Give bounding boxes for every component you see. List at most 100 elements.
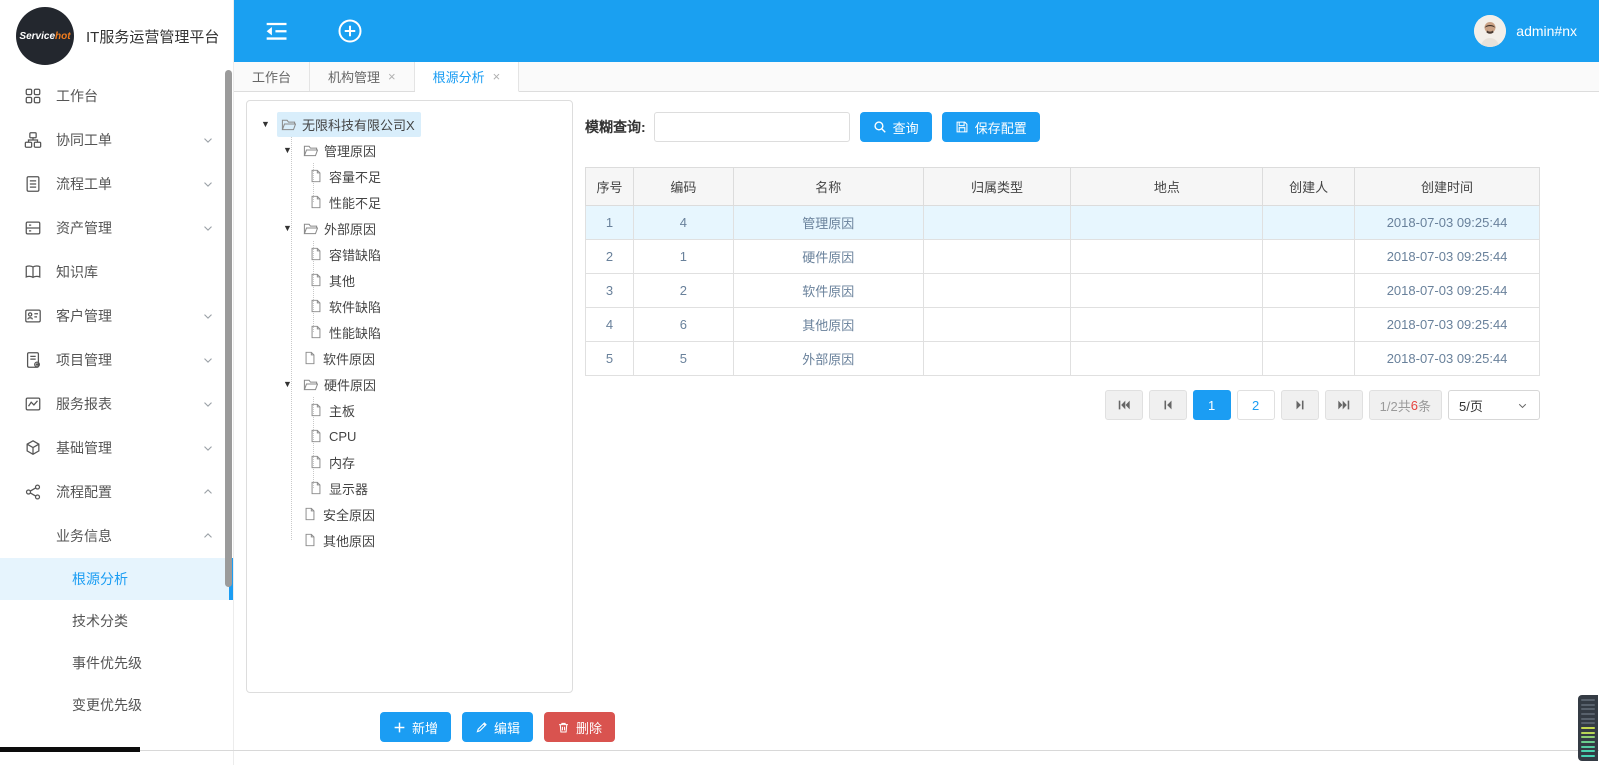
cell-name: 其他原因 <box>733 308 923 342</box>
caret-down-icon[interactable]: ▼ <box>283 379 299 389</box>
sidebar-subitem-incident-priority[interactable]: 事件优先级 <box>0 642 233 684</box>
performance-meter-widget <box>1578 695 1598 761</box>
sidebar-subitem-root-cause[interactable]: 根源分析 <box>0 558 233 600</box>
window-bottom-edge <box>0 750 1599 751</box>
sidebar-submenu-business-info[interactable]: 业务信息 <box>0 514 233 558</box>
sidebar-item-process-config[interactable]: 流程配置 <box>0 470 233 514</box>
collapse-menu-icon[interactable] <box>262 17 290 45</box>
meter-bar <box>1581 750 1595 752</box>
tree-node-leaf[interactable]: 安全原因 <box>247 501 572 527</box>
prev-page-button[interactable] <box>1149 390 1187 420</box>
sidebar-scrollbar[interactable] <box>225 70 232 587</box>
user-menu[interactable]: admin#nx <box>1474 15 1577 47</box>
chevron-down-icon <box>201 309 215 323</box>
sidebar-subitem-change-priority[interactable]: 变更优先级 <box>0 684 233 726</box>
sidebar-item-collab-orders[interactable]: 协同工单 <box>0 118 233 162</box>
tree-node-label: 性能缺陷 <box>329 323 381 342</box>
meter-bar <box>1581 713 1595 715</box>
tree-node-leaf[interactable]: CPU <box>247 423 572 449</box>
table-row[interactable]: 1 4 管理原因 2018-07-03 09:25:44 <box>586 206 1540 240</box>
tree-node-leaf[interactable]: 性能不足 <box>247 189 572 215</box>
tree-node-folder[interactable]: ▼ 外部原因 <box>247 215 572 241</box>
search-input[interactable] <box>654 112 850 142</box>
tree-node-company[interactable]: ▼ 无限科技有限公司X <box>247 111 572 137</box>
tree-node-leaf[interactable]: 显示器 <box>247 475 572 501</box>
sidebar-item-workbench[interactable]: 工作台 <box>0 74 233 118</box>
sidebar-subitem-tech-category[interactable]: 技术分类 <box>0 600 233 642</box>
add-button[interactable]: 新增 <box>380 712 451 742</box>
file-icon <box>309 299 323 313</box>
tree-node-leaf[interactable]: 软件缺陷 <box>247 293 572 319</box>
tab-org-mgmt[interactable]: 机构管理 × <box>310 62 415 91</box>
tree-node-label: 其他 <box>329 271 355 290</box>
tab-workbench[interactable]: 工作台 <box>234 62 310 91</box>
servicehot-logo: Servicehot <box>16 7 74 65</box>
cell-name: 管理原因 <box>733 206 923 240</box>
save-config-button-label: 保存配置 <box>975 118 1027 137</box>
chevron-down-icon <box>201 353 215 367</box>
sidebar-item-service-reports[interactable]: 服务报表 <box>0 382 233 426</box>
tree-node-leaf[interactable]: 容量不足 <box>247 163 572 189</box>
page-size-select[interactable]: 5/页 <box>1448 390 1540 420</box>
page-size-value: 5/页 <box>1459 396 1483 415</box>
last-page-button[interactable] <box>1325 390 1363 420</box>
table-header-row: 序号 编码 名称 归属类型 地点 创建人 创建时间 <box>586 168 1540 206</box>
sidebar-item-process-orders[interactable]: 流程工单 <box>0 162 233 206</box>
tree-node-leaf[interactable]: 主板 <box>247 397 572 423</box>
close-icon[interactable]: × <box>493 69 501 84</box>
meter-bar <box>1581 746 1595 748</box>
table-row[interactable]: 4 6 其他原因 2018-07-03 09:25:44 <box>586 308 1540 342</box>
tree-node-label: 管理原因 <box>324 141 376 160</box>
tree-node-folder[interactable]: ▼ 硬件原因 <box>247 371 572 397</box>
caret-down-icon[interactable]: ▼ <box>261 119 277 129</box>
caret-down-icon[interactable]: ▼ <box>283 223 299 233</box>
caret-down-icon[interactable]: ▼ <box>283 145 299 155</box>
org-icon <box>24 131 42 149</box>
main-content: ▼ 无限科技有限公司X ▼ 管理原因 容量不足 性能不足 ▼ 外部原因 容错缺陷… <box>234 92 1599 765</box>
tree-node-leaf[interactable]: 软件原因 <box>247 345 572 371</box>
tree-node-label: 其他原因 <box>323 531 375 550</box>
page-button-2[interactable]: 2 <box>1237 390 1275 420</box>
doc-gear-icon <box>24 351 42 369</box>
page-info-suffix: 条 <box>1418 396 1431 415</box>
close-icon[interactable]: × <box>388 69 396 84</box>
save-config-button[interactable]: 保存配置 <box>942 112 1040 142</box>
prev-page-icon <box>1161 398 1175 412</box>
page-button-1[interactable]: 1 <box>1193 390 1231 420</box>
cell-created-time: 2018-07-03 09:25:44 <box>1355 308 1540 342</box>
sidebar-item-asset-mgmt[interactable]: 资产管理 <box>0 206 233 250</box>
first-page-button[interactable] <box>1105 390 1143 420</box>
sidebar-item-knowledge-base[interactable]: 知识库 <box>0 250 233 294</box>
edit-button[interactable]: 编辑 <box>462 712 533 742</box>
next-page-button[interactable] <box>1281 390 1319 420</box>
first-page-icon <box>1117 398 1131 412</box>
sidebar-item-project-mgmt[interactable]: 项目管理 <box>0 338 233 382</box>
share-icon <box>24 483 42 501</box>
tree-node-folder[interactable]: ▼ 管理原因 <box>247 137 572 163</box>
tree-node-leaf[interactable]: 其他原因 <box>247 527 572 553</box>
server-icon <box>24 219 42 237</box>
delete-button[interactable]: 删除 <box>544 712 615 742</box>
cell-creator <box>1263 240 1355 274</box>
col-header-type: 归属类型 <box>923 168 1071 206</box>
query-button[interactable]: 查询 <box>860 112 932 142</box>
app-title: IT服务运营管理平台 <box>86 26 219 47</box>
table-row[interactable]: 5 5 外部原因 2018-07-03 09:25:44 <box>586 342 1540 376</box>
table-row[interactable]: 2 1 硬件原因 2018-07-03 09:25:44 <box>586 240 1540 274</box>
tree-node-leaf[interactable]: 其他 <box>247 267 572 293</box>
table-row[interactable]: 3 2 软件原因 2018-07-03 09:25:44 <box>586 274 1540 308</box>
sidebar-item-customer-mgmt[interactable]: 客户管理 <box>0 294 233 338</box>
cube-icon <box>24 439 42 457</box>
tree-node-label: CPU <box>329 429 356 444</box>
tab-root-cause[interactable]: 根源分析 × <box>415 62 520 92</box>
search-icon <box>873 120 887 134</box>
tree-node-leaf[interactable]: 容错缺陷 <box>247 241 572 267</box>
cell-code: 1 <box>633 240 733 274</box>
tree-node-label: 主板 <box>329 401 355 420</box>
sidebar-item-basic-mgmt[interactable]: 基础管理 <box>0 426 233 470</box>
tree-node-leaf[interactable]: 内存 <box>247 449 572 475</box>
tree-node-leaf[interactable]: 性能缺陷 <box>247 319 572 345</box>
cell-creator <box>1263 206 1355 240</box>
add-tab-icon[interactable] <box>336 17 364 45</box>
cell-location <box>1071 342 1263 376</box>
